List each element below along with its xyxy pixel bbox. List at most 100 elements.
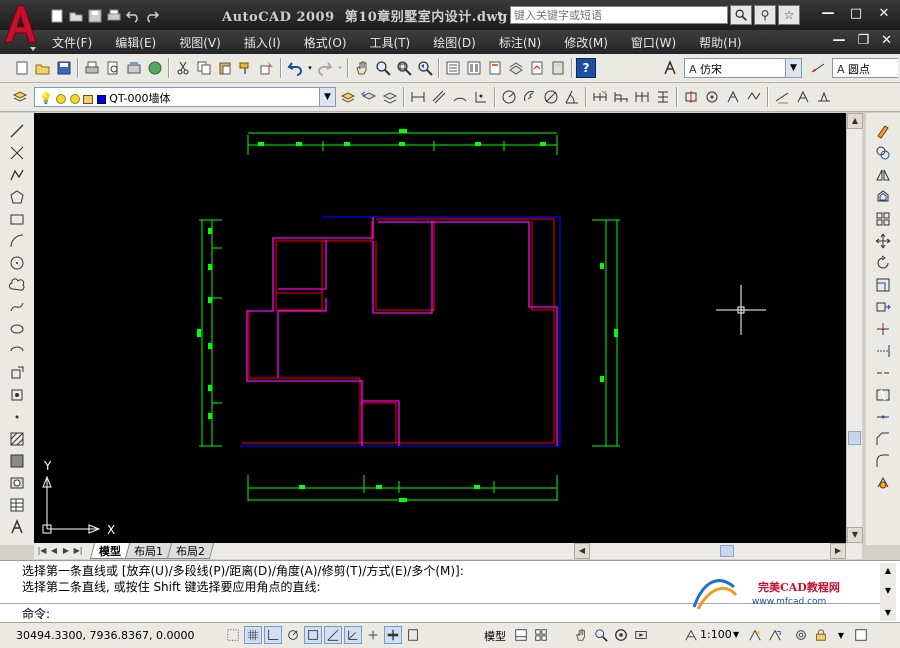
- dynamic-input-icon[interactable]: [364, 626, 382, 644]
- center-mark-icon[interactable]: [723, 87, 743, 107]
- explode-icon[interactable]: [873, 473, 893, 493]
- print-icon[interactable]: [105, 7, 122, 24]
- gradient-icon[interactable]: [7, 451, 27, 471]
- dynamic-ucs-icon[interactable]: [344, 626, 362, 644]
- extend-icon[interactable]: [873, 341, 893, 361]
- insert-block-icon[interactable]: [7, 363, 27, 383]
- fillet-icon[interactable]: [873, 451, 893, 471]
- scroll-down-arrow-icon[interactable]: ▼: [847, 527, 863, 543]
- layer-on-bulb-icon[interactable]: 💡: [39, 92, 53, 105]
- help-search-input[interactable]: [510, 6, 728, 24]
- doc-close-button[interactable]: ✕: [881, 33, 892, 48]
- zoom-previous-icon[interactable]: [415, 58, 435, 78]
- command-scroll-end-icon[interactable]: ▼: [880, 605, 896, 621]
- 3d-dwf-icon[interactable]: [145, 58, 165, 78]
- chamfer-icon[interactable]: [873, 429, 893, 449]
- prev-tab-icon[interactable]: ◀: [48, 544, 60, 557]
- scale-icon[interactable]: [873, 275, 893, 295]
- markup-set-icon[interactable]: [527, 58, 547, 78]
- workspace-switching-icon[interactable]: [792, 626, 810, 644]
- doc-minimize-button[interactable]: —: [832, 33, 845, 48]
- clean-screen-icon[interactable]: [852, 626, 870, 644]
- inspect-icon[interactable]: [744, 87, 764, 107]
- layer-states-icon[interactable]: [380, 87, 400, 107]
- scroll-right-arrow-icon[interactable]: ▶: [830, 543, 846, 559]
- continue-dimension-icon[interactable]: [632, 87, 652, 107]
- new-file-icon[interactable]: [48, 7, 65, 24]
- tool-palettes-icon[interactable]: [485, 58, 505, 78]
- radius-dimension-icon[interactable]: [499, 87, 519, 107]
- window-minimize-button[interactable]: —: [816, 5, 840, 23]
- break-icon[interactable]: [873, 385, 893, 405]
- tab-model[interactable]: 模型: [89, 543, 131, 559]
- aligned-dimension-icon[interactable]: [429, 87, 449, 107]
- chevron-down-icon[interactable]: ▼: [785, 59, 801, 77]
- make-block-icon[interactable]: [7, 385, 27, 405]
- qnew-icon[interactable]: [12, 58, 32, 78]
- ordinate-dimension-icon[interactable]: [471, 87, 491, 107]
- annotation-scale-value[interactable]: 1:100: [700, 628, 732, 641]
- make-current-layer-icon[interactable]: [338, 87, 358, 107]
- array-icon[interactable]: [873, 209, 893, 229]
- vertical-scrollbar[interactable]: ▲ ▼: [846, 113, 863, 543]
- save-file-icon[interactable]: [54, 58, 74, 78]
- command-scrollbar[interactable]: ▲ ▼ ▼: [880, 563, 896, 621]
- command-window[interactable]: 选择第一条直线或 [放弃(U)/多段线(P)/距离(D)/角度(A)/修剪(T)…: [0, 560, 900, 622]
- first-tab-icon[interactable]: |◀: [36, 544, 48, 557]
- polyline-icon[interactable]: [7, 165, 27, 185]
- zoom-window-icon[interactable]: [394, 58, 414, 78]
- command-prompt[interactable]: 命令:: [22, 605, 50, 622]
- show-lineweight-icon[interactable]: [384, 626, 402, 644]
- mirror-icon[interactable]: [873, 165, 893, 185]
- tolerance-icon[interactable]: [702, 87, 722, 107]
- layer-freeze-sun-icon[interactable]: [56, 94, 67, 104]
- table-icon[interactable]: [7, 495, 27, 515]
- menu-edit[interactable]: 编辑(E): [115, 34, 156, 51]
- properties-icon[interactable]: [443, 58, 463, 78]
- polar-tracking-icon[interactable]: [284, 626, 302, 644]
- autocad-logo-icon[interactable]: [2, 2, 38, 52]
- layer-properties-icon[interactable]: [10, 87, 30, 107]
- horizontal-scroll-thumb[interactable]: [720, 545, 734, 557]
- layer-select[interactable]: 💡 QT-000墙体 ▼: [34, 87, 336, 107]
- quick-dimension-icon[interactable]: [590, 87, 610, 107]
- redo-icon[interactable]: [143, 7, 160, 24]
- baseline-dimension-icon[interactable]: [611, 87, 631, 107]
- menu-format[interactable]: 格式(O): [304, 34, 347, 51]
- status-menu-chevron-icon[interactable]: ▼: [832, 626, 850, 644]
- menu-draw[interactable]: 绘图(D): [433, 34, 476, 51]
- trim-icon[interactable]: [873, 319, 893, 339]
- arc-icon[interactable]: [7, 231, 27, 251]
- horizontal-scrollbar[interactable]: ◀ ▶: [574, 543, 846, 559]
- menu-insert[interactable]: 插入(I): [244, 34, 281, 51]
- annotation-visibility-icon[interactable]: [746, 626, 764, 644]
- showmotion-icon[interactable]: [632, 626, 650, 644]
- dimension-edit-icon[interactable]: [793, 87, 813, 107]
- menu-file[interactable]: 文件(F): [52, 34, 92, 51]
- polygon-icon[interactable]: [7, 187, 27, 207]
- block-editor-icon[interactable]: [257, 58, 277, 78]
- doc-restore-button[interactable]: ❐: [857, 33, 869, 48]
- pan-icon[interactable]: [572, 626, 590, 644]
- ellipse-arc-icon[interactable]: [7, 341, 27, 361]
- linear-dimension-icon[interactable]: [408, 87, 428, 107]
- multiline-text-icon[interactable]: [7, 517, 27, 537]
- quickcalc-icon[interactable]: [548, 58, 568, 78]
- pan-realtime-icon[interactable]: [352, 58, 372, 78]
- ellipse-icon[interactable]: [7, 319, 27, 339]
- jogged-dimension-icon[interactable]: [520, 87, 540, 107]
- region-icon[interactable]: [7, 473, 27, 493]
- toolbar-redo-icon[interactable]: [315, 58, 335, 78]
- zoom-realtime-icon[interactable]: [373, 58, 393, 78]
- open-icon[interactable]: [33, 58, 53, 78]
- communication-center-icon[interactable]: ⚲: [754, 5, 776, 25]
- steering-wheel-icon[interactable]: [612, 626, 630, 644]
- object-snap-icon[interactable]: [304, 626, 322, 644]
- zoom-icon[interactable]: [592, 626, 610, 644]
- menu-view[interactable]: 视图(V): [179, 34, 221, 51]
- undo-icon[interactable]: [124, 7, 141, 24]
- copy-icon[interactable]: [194, 58, 214, 78]
- save-icon[interactable]: [86, 7, 103, 24]
- quick-view-layouts-icon[interactable]: [512, 626, 530, 644]
- layer-previous-icon[interactable]: [359, 87, 379, 107]
